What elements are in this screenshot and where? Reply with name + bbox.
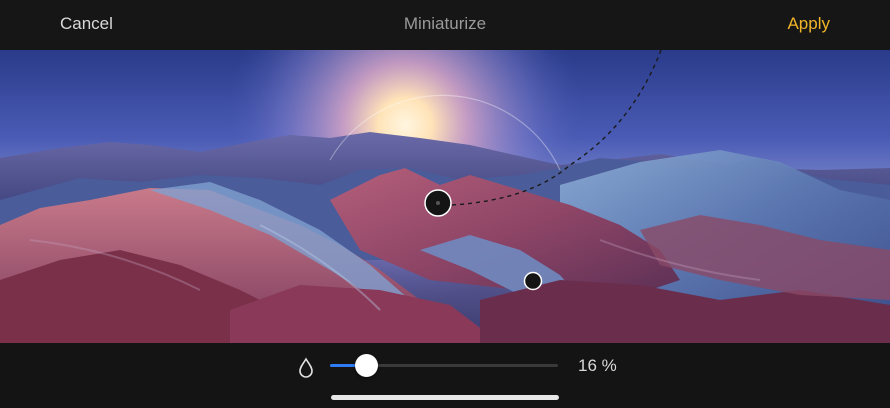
size-handle[interactable] <box>523 271 543 291</box>
miniaturize-editor: Cancel Miniaturize Apply 16 % <box>0 0 890 408</box>
landscape-image <box>0 50 890 343</box>
top-toolbar: Cancel Miniaturize Apply <box>0 0 890 50</box>
slider-thumb[interactable] <box>355 354 378 377</box>
home-indicator <box>331 395 559 400</box>
photo-canvas[interactable] <box>0 50 890 343</box>
water-drop-icon <box>299 357 313 378</box>
bottom-toolbar: 16 % <box>0 343 890 408</box>
center-handle[interactable] <box>424 189 452 217</box>
page-title: Miniaturize <box>403 14 487 33</box>
blur-percent-label: 16 % <box>578 356 617 375</box>
apply-button[interactable]: Apply <box>787 14 830 34</box>
blur-amount-slider[interactable] <box>330 354 558 377</box>
